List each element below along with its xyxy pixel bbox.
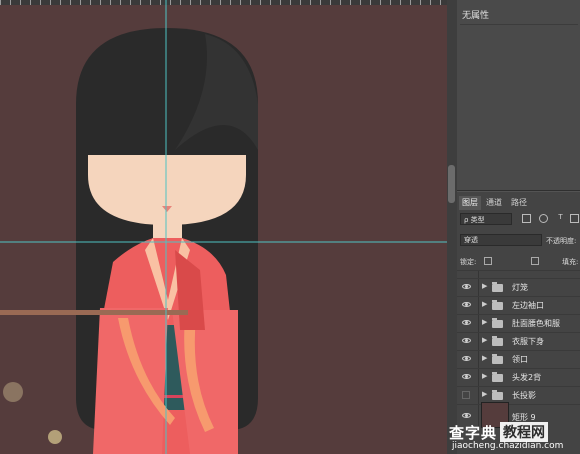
tab-paths[interactable]: 路径: [508, 196, 530, 210]
layer-name: 领口: [512, 355, 528, 364]
layer-row[interactable]: ▶ 肚面腰色和服: [457, 314, 580, 332]
expand-arrow-icon[interactable]: ▶: [482, 390, 487, 398]
visibility-eye-icon[interactable]: [462, 284, 471, 289]
expand-arrow-icon[interactable]: ▶: [482, 354, 487, 362]
layer-name: 灯笼: [512, 283, 528, 292]
shape-filter-icon[interactable]: [570, 214, 579, 223]
expand-arrow-icon[interactable]: ▶: [482, 282, 487, 290]
visibility-eye-icon[interactable]: [462, 413, 471, 418]
lantern-stick: [0, 310, 188, 315]
layer-name: 衣服下身: [512, 337, 544, 346]
divider: [460, 24, 578, 25]
lock-all-icon[interactable]: [531, 257, 539, 265]
visibility-eye-icon[interactable]: [462, 374, 471, 379]
layer-name: 长投影: [512, 391, 536, 400]
folder-icon: [492, 300, 503, 310]
watermark-url: jiaocheng.chazidian.com: [452, 441, 564, 451]
lock-transparent-icon[interactable]: [484, 257, 492, 265]
watermark-brand: 查字典: [449, 424, 498, 442]
tab-channels[interactable]: 通道: [483, 196, 505, 210]
bokeh-dot: [3, 382, 23, 402]
text-filter-icon[interactable]: T: [556, 214, 565, 223]
lock-label: 锁定:: [460, 258, 477, 266]
expand-arrow-icon[interactable]: ▶: [482, 300, 487, 308]
expand-arrow-icon[interactable]: ▶: [482, 336, 487, 344]
expand-arrow-icon[interactable]: ▶: [482, 318, 487, 326]
layer-row[interactable]: ▶ 左边袖口: [457, 296, 580, 314]
layer-name: 头发2背: [512, 373, 542, 382]
document-canvas[interactable]: [0, 0, 447, 454]
watermark-suffix: 教程网: [500, 422, 548, 442]
properties-panel: [457, 0, 580, 191]
visibility-eye-icon[interactable]: [462, 320, 471, 325]
lock-brush-icon[interactable]: [499, 257, 507, 265]
folder-icon: [492, 354, 503, 364]
tab-layers[interactable]: 图层: [459, 196, 481, 210]
folder-icon: [492, 336, 503, 346]
expand-arrow-icon[interactable]: ▶: [482, 372, 487, 380]
folder-icon: [492, 372, 503, 382]
blend-mode-select[interactable]: 穿透: [460, 234, 542, 246]
face: [88, 155, 246, 225]
visibility-eye-icon[interactable]: [462, 356, 471, 361]
lock-move-icon[interactable]: [514, 257, 522, 265]
layer-row[interactable]: ▶ 长投影: [457, 386, 580, 404]
visibility-off-box[interactable]: [462, 391, 470, 399]
layer-row[interactable]: ▶ 灯笼: [457, 278, 580, 296]
visibility-eye-icon[interactable]: [462, 302, 471, 307]
layer-name: 左边袖口: [512, 301, 544, 310]
layer-row-partial[interactable]: [457, 270, 580, 278]
opacity-label: 不透明度:: [546, 237, 577, 245]
layer-filter-select[interactable]: ρ 类型: [460, 213, 512, 225]
layer-name: 肚面腰色和服: [512, 319, 560, 328]
vertical-scrollbar[interactable]: [447, 0, 457, 454]
adjustment-filter-icon[interactable]: [539, 214, 548, 223]
bokeh-dot: [48, 430, 62, 444]
folder-icon: [492, 390, 503, 400]
image-filter-icon[interactable]: [522, 214, 531, 223]
folder-icon: [492, 282, 503, 292]
layer-row[interactable]: ▶ 衣服下身: [457, 332, 580, 350]
properties-title: 无属性: [462, 11, 490, 21]
visibility-eye-icon[interactable]: [462, 338, 471, 343]
layer-row[interactable]: ▶ 领口: [457, 350, 580, 368]
layer-row[interactable]: ▶ 头发2背: [457, 368, 580, 386]
illustration: [0, 0, 447, 454]
folder-icon: [492, 318, 503, 328]
scrollbar-thumb[interactable]: [448, 165, 455, 203]
fill-label: 填充:: [562, 258, 579, 266]
